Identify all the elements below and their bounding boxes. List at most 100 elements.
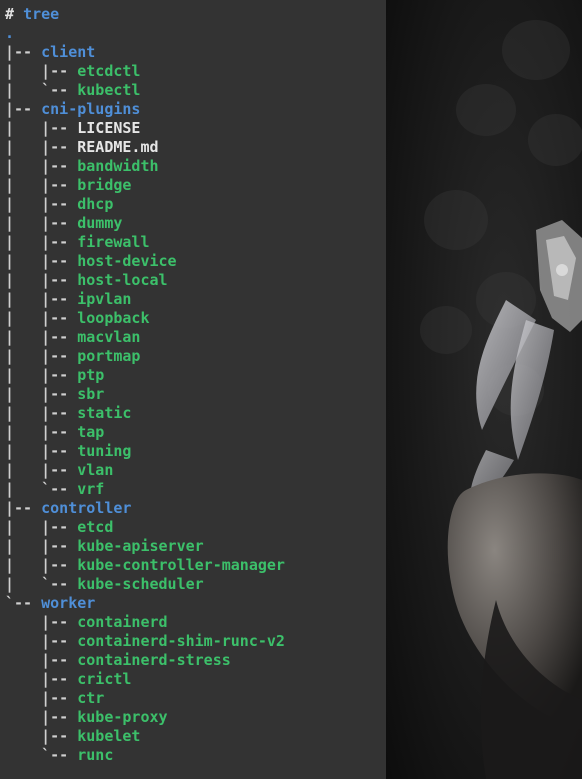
- executable-name: etcdctl: [77, 62, 141, 80]
- tree-branch: `--: [5, 594, 42, 612]
- tree-branch: |--: [5, 727, 78, 745]
- directory-name: client: [41, 43, 96, 61]
- tree-entry: `-- runc: [5, 746, 113, 765]
- executable-name: kube-scheduler: [77, 575, 204, 593]
- directory-name: worker: [41, 594, 96, 612]
- tree-branch: | |--: [5, 214, 78, 232]
- tree-branch: | |--: [5, 176, 78, 194]
- tree-branch: | |--: [5, 461, 78, 479]
- tree-entry: |-- ctr: [5, 689, 104, 708]
- tree-entry: |-- kubelet: [5, 727, 140, 746]
- tree-branch: |--: [5, 43, 42, 61]
- executable-name: kube-proxy: [77, 708, 168, 726]
- tree-entry: | |-- vlan: [5, 461, 113, 480]
- tree-entry: | |-- sbr: [5, 385, 104, 404]
- executable-name: dummy: [77, 214, 123, 232]
- tree-entry: |-- cni-plugins: [5, 100, 140, 119]
- tree-entry: | |-- LICENSE: [5, 119, 140, 138]
- executable-name: host-device: [77, 252, 177, 270]
- tree-entry: | |-- firewall: [5, 233, 150, 252]
- executable-name: crictl: [77, 670, 132, 688]
- prompt-symbol: #: [5, 5, 15, 23]
- tree-entry: |-- kube-proxy: [5, 708, 168, 727]
- tree-entry: |-- client: [5, 43, 95, 62]
- tree-entry: | |-- etcd: [5, 518, 113, 537]
- desktop: # tree . |-- client | |-- etcdctl | `-- ku…: [0, 0, 582, 779]
- tree-entry: | |-- static: [5, 404, 131, 423]
- executable-name: portmap: [77, 347, 141, 365]
- executable-name: loopback: [77, 309, 150, 327]
- tree-branch: | |--: [5, 119, 78, 137]
- tree-branch: | |--: [5, 62, 78, 80]
- tree-branch: |--: [5, 100, 42, 118]
- tree-branch: | `--: [5, 480, 78, 498]
- executable-name: sbr: [77, 385, 105, 403]
- tree-entry: |-- containerd: [5, 613, 168, 632]
- tree-branch: | |--: [5, 328, 78, 346]
- tree-branch: | |--: [5, 347, 78, 365]
- executable-name: bridge: [77, 176, 132, 194]
- tree-entry: | |-- tuning: [5, 442, 131, 461]
- command-text: tree: [23, 5, 60, 23]
- tree-entry: | |-- kube-controller-manager: [5, 556, 285, 575]
- tree-branch: | `--: [5, 575, 78, 593]
- tree-branch: | |--: [5, 442, 78, 460]
- tree-entry: | |-- ipvlan: [5, 290, 131, 309]
- tree-branch: | |--: [5, 138, 78, 156]
- tree-entry: | |-- bandwidth: [5, 157, 159, 176]
- root-dot: .: [5, 24, 15, 42]
- executable-name: host-local: [77, 271, 168, 289]
- tree-branch: `--: [5, 746, 78, 764]
- tree-branch: |--: [5, 689, 78, 707]
- terminal-panel[interactable]: # tree . |-- client | |-- etcdctl | `-- ku…: [0, 0, 386, 779]
- tree-branch: |--: [5, 670, 78, 688]
- tree-entry: | |-- host-device: [5, 252, 177, 271]
- tree-root: .: [5, 24, 14, 43]
- tree-entry: | |-- etcdctl: [5, 62, 140, 81]
- tree-branch: | |--: [5, 271, 78, 289]
- executable-name: kube-apiserver: [77, 537, 204, 555]
- executable-name: etcd: [77, 518, 114, 536]
- tree-entry: | |-- ptp: [5, 366, 104, 385]
- tree-entry: | |-- host-local: [5, 271, 168, 290]
- tree-branch: | |--: [5, 252, 78, 270]
- tree-branch: | |--: [5, 404, 78, 422]
- tree-entry: | |-- dhcp: [5, 195, 113, 214]
- tree-entry: | |-- tap: [5, 423, 104, 442]
- tree-entry: | |-- bridge: [5, 176, 131, 195]
- executable-name: ptp: [77, 366, 105, 384]
- tree-branch: | |--: [5, 309, 78, 327]
- executable-name: ctr: [77, 689, 105, 707]
- tree-branch: | `--: [5, 81, 78, 99]
- tree-branch: | |--: [5, 518, 78, 536]
- tree-entry: | |-- loopback: [5, 309, 150, 328]
- tree-entry: |-- containerd-stress: [5, 651, 231, 670]
- prompt-line: # tree: [5, 5, 59, 24]
- executable-name: containerd-shim-runc-v2: [77, 632, 285, 650]
- tree-entry: | |-- kube-apiserver: [5, 537, 204, 556]
- executable-name: runc: [77, 746, 114, 764]
- wallpaper-artwork: [386, 0, 582, 779]
- executable-name: containerd-stress: [77, 651, 231, 669]
- executable-name: vlan: [77, 461, 114, 479]
- executable-name: kubelet: [77, 727, 141, 745]
- tree-entry: | |-- dummy: [5, 214, 122, 233]
- tree-entry: `-- worker: [5, 594, 95, 613]
- tree-branch: | |--: [5, 537, 78, 555]
- tree-entry: | |-- macvlan: [5, 328, 140, 347]
- tree-branch: | |--: [5, 290, 78, 308]
- tree-branch: | |--: [5, 233, 78, 251]
- tree-entry: | `-- kube-scheduler: [5, 575, 204, 594]
- tree-branch: | |--: [5, 366, 78, 384]
- executable-name: tuning: [77, 442, 132, 460]
- tree-entry: | |-- README.md: [5, 138, 159, 157]
- tree-branch: |--: [5, 499, 42, 517]
- file-name: LICENSE: [77, 119, 141, 137]
- directory-name: controller: [41, 499, 132, 517]
- executable-name: kubectl: [77, 81, 141, 99]
- file-name: README.md: [77, 138, 159, 156]
- executable-name: firewall: [77, 233, 150, 251]
- directory-name: cni-plugins: [41, 100, 141, 118]
- tree-branch: |--: [5, 651, 78, 669]
- executable-name: containerd: [77, 613, 168, 631]
